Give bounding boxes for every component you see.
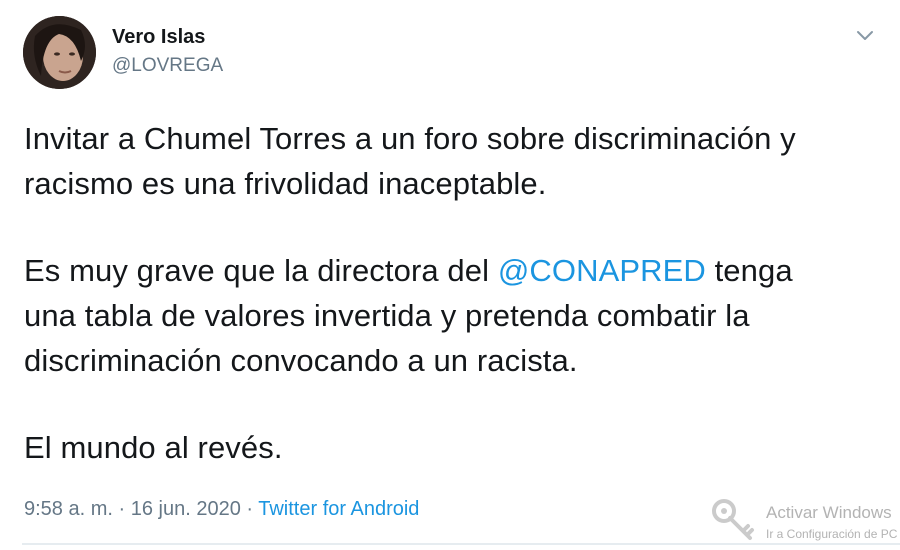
tweet-date[interactable]: 16 jun. 2020 — [131, 498, 241, 520]
tweet-source-link[interactable]: Twitter for Android — [258, 498, 419, 520]
separator: · — [240, 498, 259, 520]
tweet-paragraph-1: Invitar a Chumel Torres a un foro sobre … — [24, 116, 884, 206]
tweet-line: una tabla de valores invertida y pretend… — [24, 298, 750, 333]
tweet-line: racismo es una frivolidad inaceptable. — [24, 166, 547, 201]
display-name[interactable]: Vero Islas — [112, 25, 223, 49]
tweet-time[interactable]: 9:58 a. m. — [24, 498, 113, 520]
user-handle[interactable]: @LOVREGA — [112, 54, 223, 78]
avatar[interactable] — [23, 16, 96, 89]
windows-activation-watermark: Activar Windows Ir a Configuración de PC… — [710, 495, 900, 550]
tweet-author: Vero Islas @LOVREGA — [112, 25, 223, 78]
tweet-line: Invitar a Chumel Torres a un foro sobre … — [24, 121, 796, 156]
tweet-line: discriminación convocando a un racista. — [24, 343, 578, 378]
tweet-line: Es muy grave que la directora del @CONAP… — [24, 248, 884, 293]
tweet-meta: 9:58 a. m. · 16 jun. 2020 · Twitter for … — [24, 498, 419, 521]
chevron-down-icon[interactable] — [852, 22, 878, 48]
tweet-card: Vero Islas @LOVREGA Invitar a Chumel Tor… — [0, 0, 900, 550]
key-icon — [710, 497, 758, 545]
tweet-paragraph-3: El mundo al revés. — [24, 425, 884, 470]
tweet-text-fragment: tenga — [705, 253, 793, 288]
separator: · — [112, 498, 131, 520]
tweet-text: Invitar a Chumel Torres a un foro sobre … — [24, 116, 884, 512]
tweet-line: El mundo al revés. — [24, 430, 283, 465]
watermark-subtitle: Ir a Configuración de PC para activar Wi… — [766, 527, 900, 541]
tweet-text-fragment: Es muy grave que la directora del — [24, 253, 498, 288]
mention-link[interactable]: @CONAPRED — [498, 253, 706, 288]
watermark-title: Activar Windows — [766, 503, 892, 522]
tweet-paragraph-2: Es muy grave que la directora del @CONAP… — [24, 248, 884, 383]
